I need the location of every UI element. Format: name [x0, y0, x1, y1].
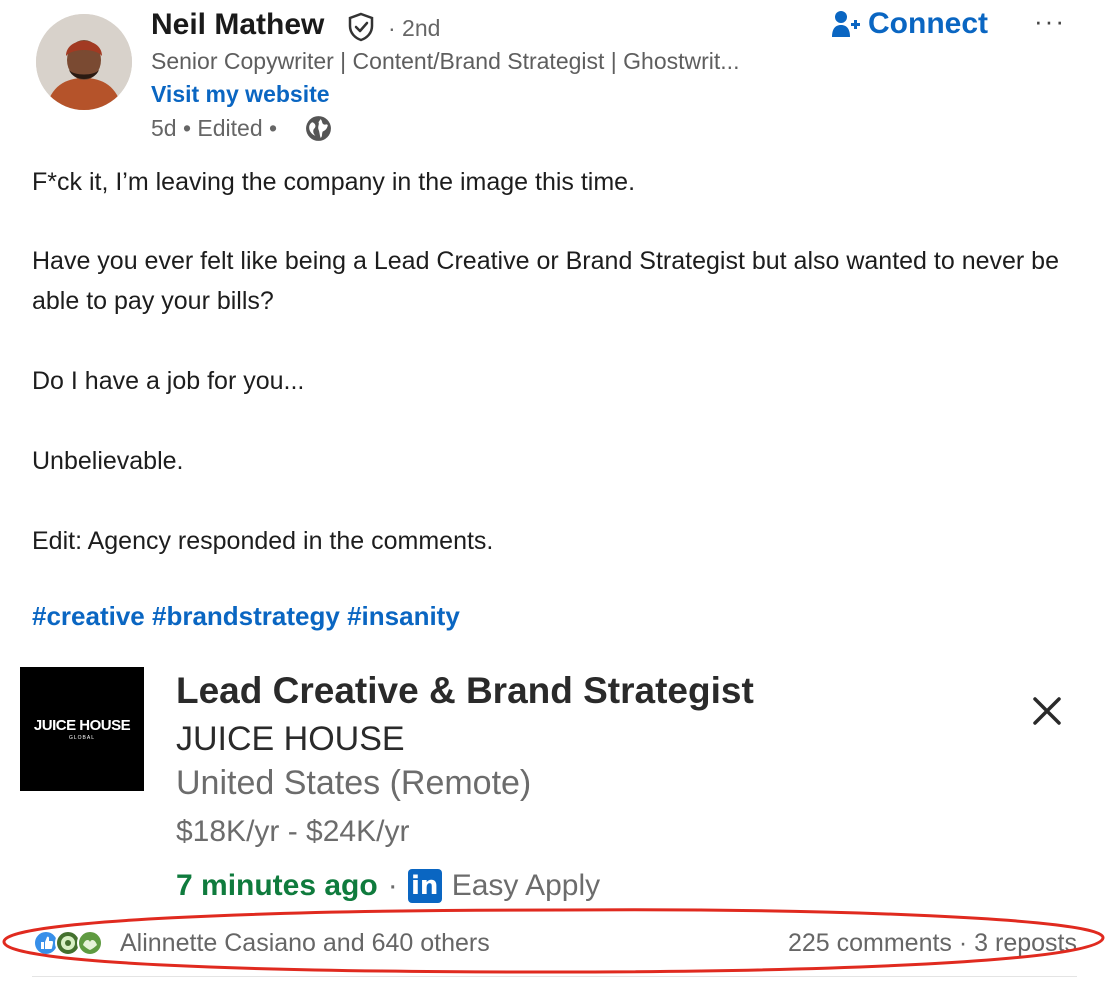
comments-count[interactable]: 225 comments — [788, 929, 952, 957]
add-person-icon — [832, 11, 860, 37]
post-paragraph: Have you ever felt like being a Lead Cre… — [32, 247, 1059, 315]
connection-degree: · 2nd — [388, 15, 441, 41]
post-meta: 5d • Edited • — [151, 115, 278, 141]
separator-dot: · — [958, 929, 968, 957]
visit-website-link[interactable]: Visit my website — [151, 81, 330, 108]
author-name[interactable]: Neil Mathew — [151, 8, 324, 42]
reactions-summary[interactable]: Alinnette Casiano and 640 others — [120, 929, 490, 958]
post-paragraph: Edit: Agency responded in the comments. — [32, 527, 494, 555]
post-paragraph: Unbelievable. — [32, 447, 184, 475]
close-icon — [1033, 697, 1061, 725]
job-posted-time: 7 minutes ago — [176, 869, 378, 902]
author-headline: Senior Copywriter | Content/Brand Strate… — [151, 48, 740, 74]
engagement-counts: 225 comments · 3 reposts — [788, 929, 1077, 958]
job-location: United States (Remote) — [176, 764, 532, 802]
connect-label: Connect — [868, 7, 988, 40]
more-options-icon[interactable]: ··· — [1034, 6, 1066, 37]
post-paragraph: Do I have a job for you... — [32, 367, 305, 395]
company-logo-text: JUICE HOUSE — [33, 717, 131, 734]
separator-dot: · — [387, 869, 398, 902]
linkedin-icon: in — [407, 869, 442, 903]
author-avatar[interactable] — [36, 14, 132, 110]
job-meta: 7 minutes ago · in Easy Apply — [176, 864, 600, 908]
hashtags: #creative #brandstrategy #insanity — [32, 601, 460, 632]
reposts-count[interactable]: 3 reposts — [974, 929, 1077, 957]
reaction-icons[interactable] — [32, 929, 112, 957]
post-paragraph: F*ck it, I’m leaving the company in the … — [32, 168, 636, 196]
shield-check-icon — [348, 12, 374, 42]
avatar-photo — [36, 14, 132, 110]
company-logo-subtext: GLOBAL — [68, 735, 95, 741]
job-salary: $18K/yr - $24K/yr — [176, 815, 410, 848]
globe-icon — [306, 116, 331, 141]
hashtag-link[interactable]: #creative — [32, 601, 145, 631]
job-company: JUICE HOUSE — [176, 720, 405, 758]
hashtag-link[interactable]: #brandstrategy — [152, 601, 340, 631]
company-logo: JUICE HOUSE GLOBAL — [20, 667, 144, 791]
celebrate-reaction-icon — [55, 930, 81, 956]
easy-apply-label: Easy Apply — [451, 869, 601, 902]
divider — [32, 976, 1077, 977]
support-reaction-icon — [77, 930, 103, 956]
job-title: Lead Creative & Brand Strategist — [176, 670, 754, 711]
hashtag-link[interactable]: #insanity — [347, 601, 460, 631]
like-reaction-icon — [33, 930, 59, 956]
connect-button[interactable]: Connect — [832, 4, 988, 44]
